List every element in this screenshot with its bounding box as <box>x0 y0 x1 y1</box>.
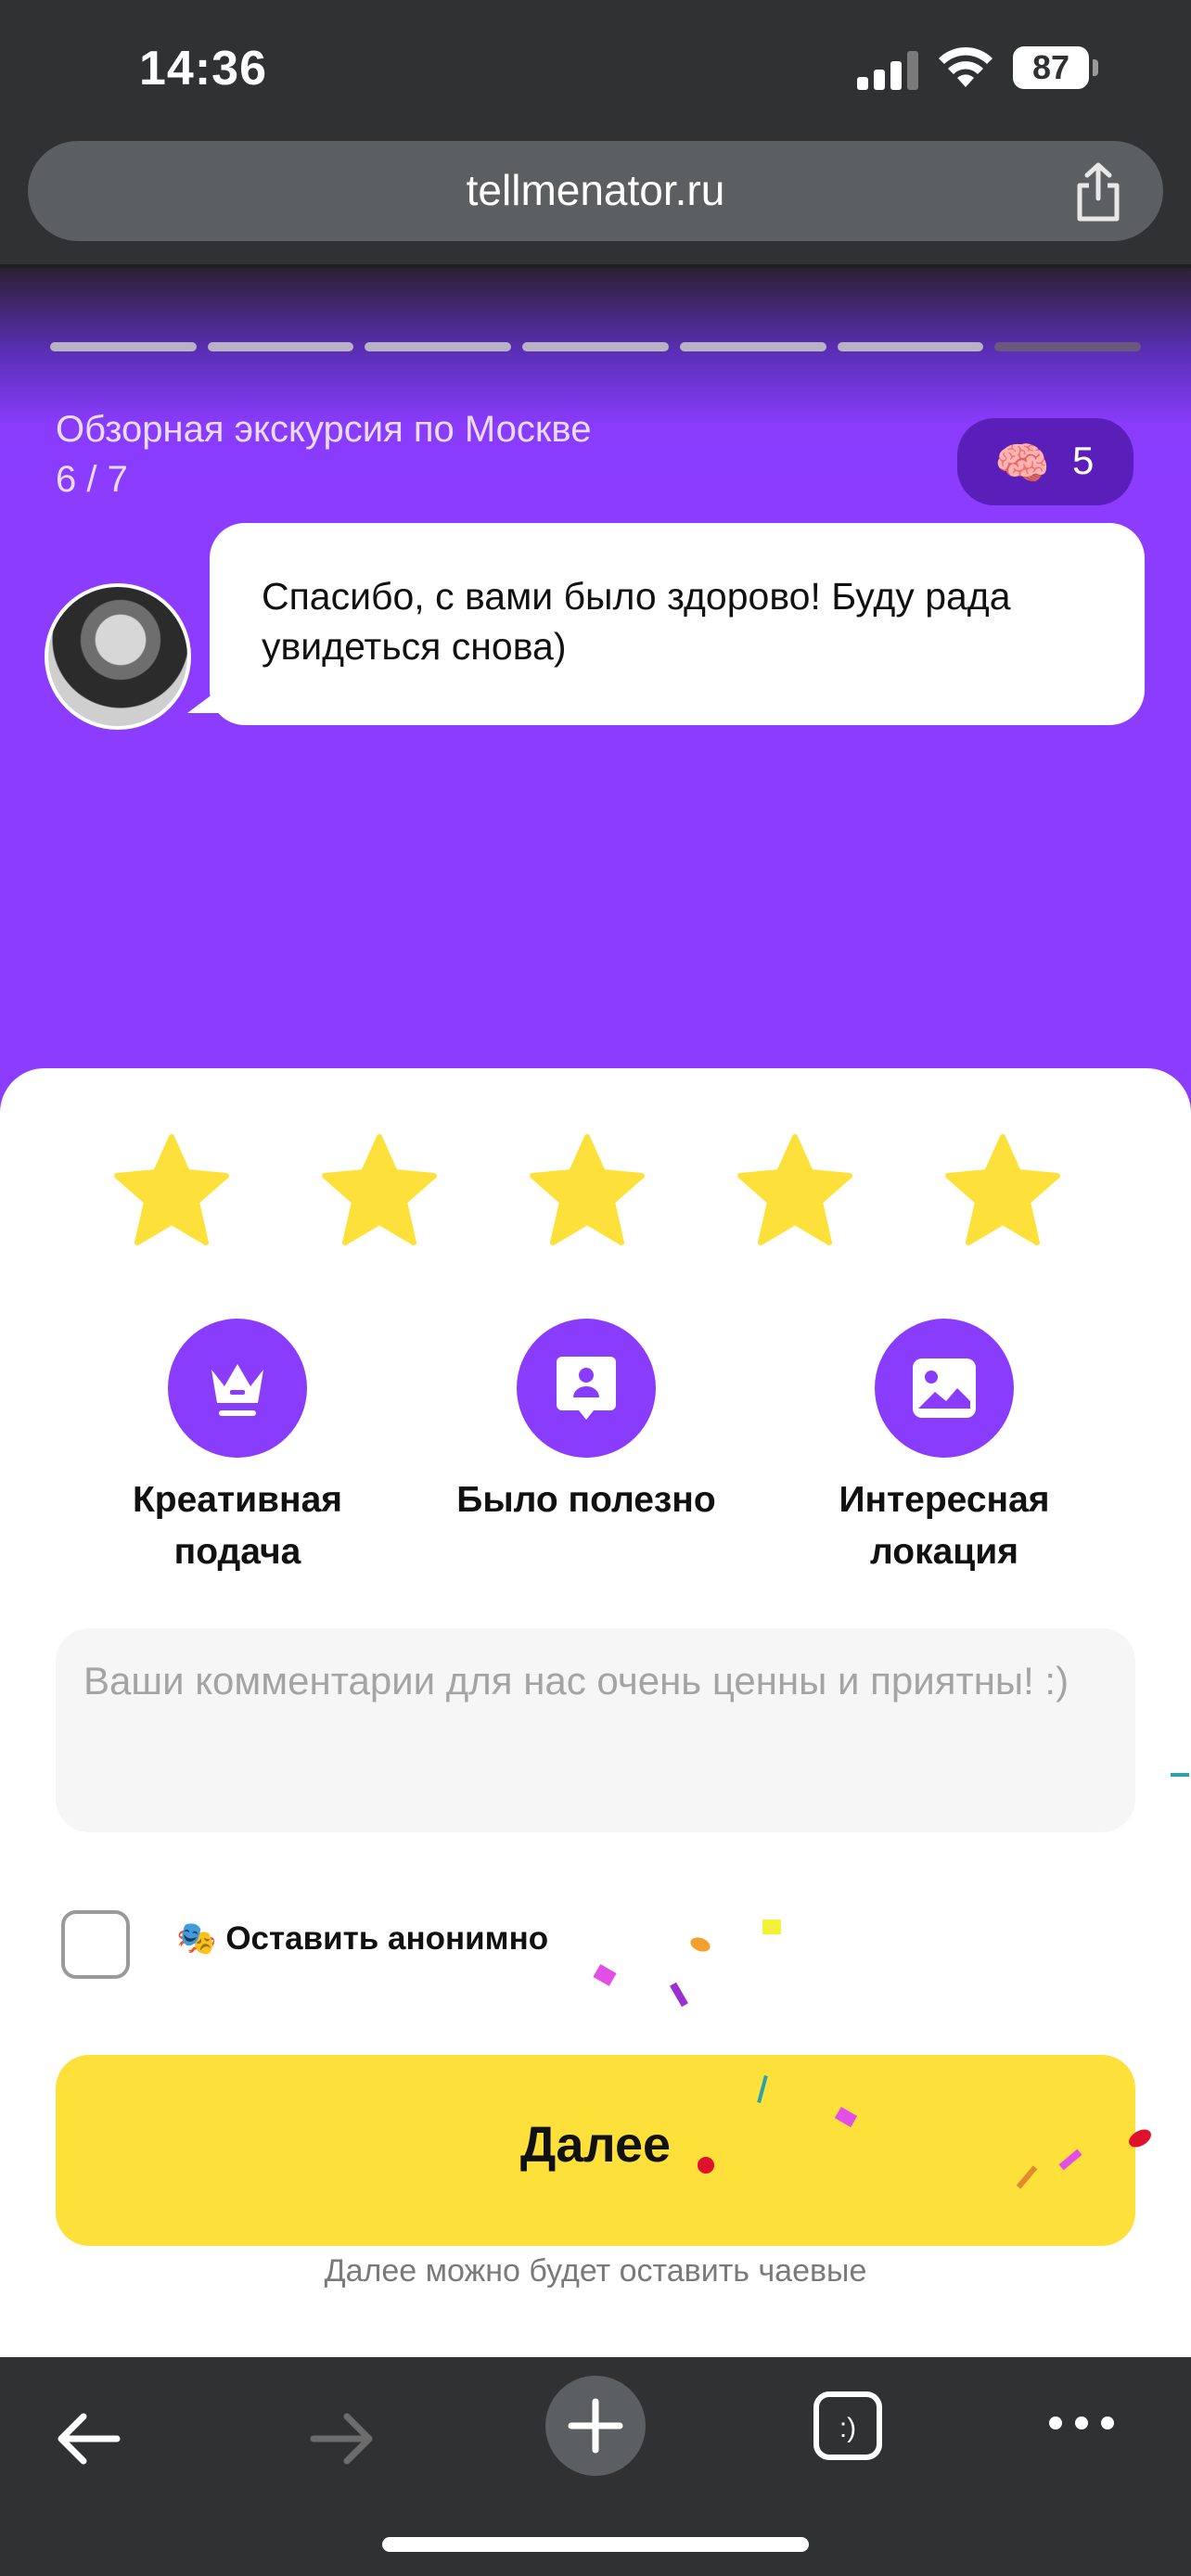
brain-points-badge[interactable]: 🧠 5 <box>957 418 1133 505</box>
anonymous-label[interactable]: 🎭 Оставить анонимно <box>176 1919 548 1958</box>
star-icon[interactable] <box>527 1133 647 1248</box>
tour-title: Обзорная экскурсия по Москве <box>56 409 592 450</box>
feature-creative[interactable]: Креативная подача <box>98 1319 377 1578</box>
crown-icon <box>168 1319 307 1458</box>
feature-label: Креативная подача <box>132 1480 343 1572</box>
confetti-piece <box>1171 1773 1189 1777</box>
star-icon[interactable] <box>735 1133 855 1248</box>
anonymous-checkbox[interactable] <box>61 1910 130 1979</box>
progress-segment <box>679 342 826 351</box>
brain-count: 5 <box>1072 439 1095 482</box>
comment-placeholder: Ваши комментарии для нас очень ценны и п… <box>83 1659 1069 1702</box>
progress-segment <box>365 342 512 351</box>
progress-segment <box>522 342 669 351</box>
progress-segment <box>994 342 1141 351</box>
star-rating <box>111 1133 1076 1254</box>
comment-field[interactable]: Ваши комментарии для нас очень ценны и п… <box>56 1628 1135 1832</box>
forward-arrow-icon[interactable] <box>306 2404 377 2474</box>
progress-segment <box>207 342 354 351</box>
status-bar: 14:36 87 tellmenator.ru <box>0 0 1191 241</box>
star-icon[interactable] <box>942 1133 1063 1248</box>
home-indicator <box>382 2537 809 2552</box>
new-tab-button[interactable] <box>545 2376 646 2476</box>
progress-segment <box>50 342 197 351</box>
theater-masks-icon: 🎭 <box>176 1920 217 1957</box>
next-button[interactable]: Далее <box>56 2055 1135 2246</box>
rating-sheet: Креативная подача Было полезно Интересна… <box>0 1068 1191 2357</box>
star-icon[interactable] <box>319 1133 440 1248</box>
brain-icon: 🧠 <box>994 440 1050 489</box>
feature-location[interactable]: Интересная локация <box>805 1319 1083 1578</box>
next-button-label: Далее <box>519 2117 672 2173</box>
guide-avatar <box>45 583 191 730</box>
progress-segment <box>837 342 984 351</box>
message-text: Спасибо, с вами было здорово! Буду рада … <box>262 575 1011 668</box>
status-time: 14:36 <box>139 42 267 96</box>
star-icon[interactable] <box>111 1133 232 1248</box>
battery-level: 87 <box>1013 46 1089 89</box>
confetti-piece <box>762 1919 781 1934</box>
anonymous-label-text: Оставить анонимно <box>225 1920 549 1957</box>
tour-step-counter: 6 / 7 <box>56 459 128 500</box>
url-text: tellmenator.ru <box>466 166 725 214</box>
story-progress-bar <box>50 342 1141 351</box>
wifi-icon <box>939 46 992 87</box>
address-bar[interactable]: tellmenator.ru <box>28 141 1163 241</box>
plus-icon <box>568 2398 623 2454</box>
more-options-icon[interactable] <box>1046 2409 1117 2437</box>
share-icon[interactable] <box>1070 161 1126 223</box>
back-arrow-icon[interactable] <box>54 2404 124 2474</box>
profile-card-icon <box>517 1319 656 1458</box>
tips-note: Далее можно будет оставить чаевые <box>324 2253 867 2289</box>
cellular-signal-icon <box>857 51 918 90</box>
feature-label: Было полезно <box>456 1480 716 1520</box>
svg-text::): :) <box>839 2413 856 2443</box>
feature-label: Интересная локация <box>839 1480 1050 1572</box>
battery-tip <box>1093 59 1098 76</box>
tabs-icon[interactable]: :) <box>813 2391 883 2461</box>
message-bubble: Спасибо, с вами было здорово! Буду рада … <box>210 523 1145 725</box>
feature-useful[interactable]: Было полезно <box>447 1319 725 1526</box>
confetti-piece <box>698 2157 714 2174</box>
image-icon <box>875 1319 1014 1458</box>
